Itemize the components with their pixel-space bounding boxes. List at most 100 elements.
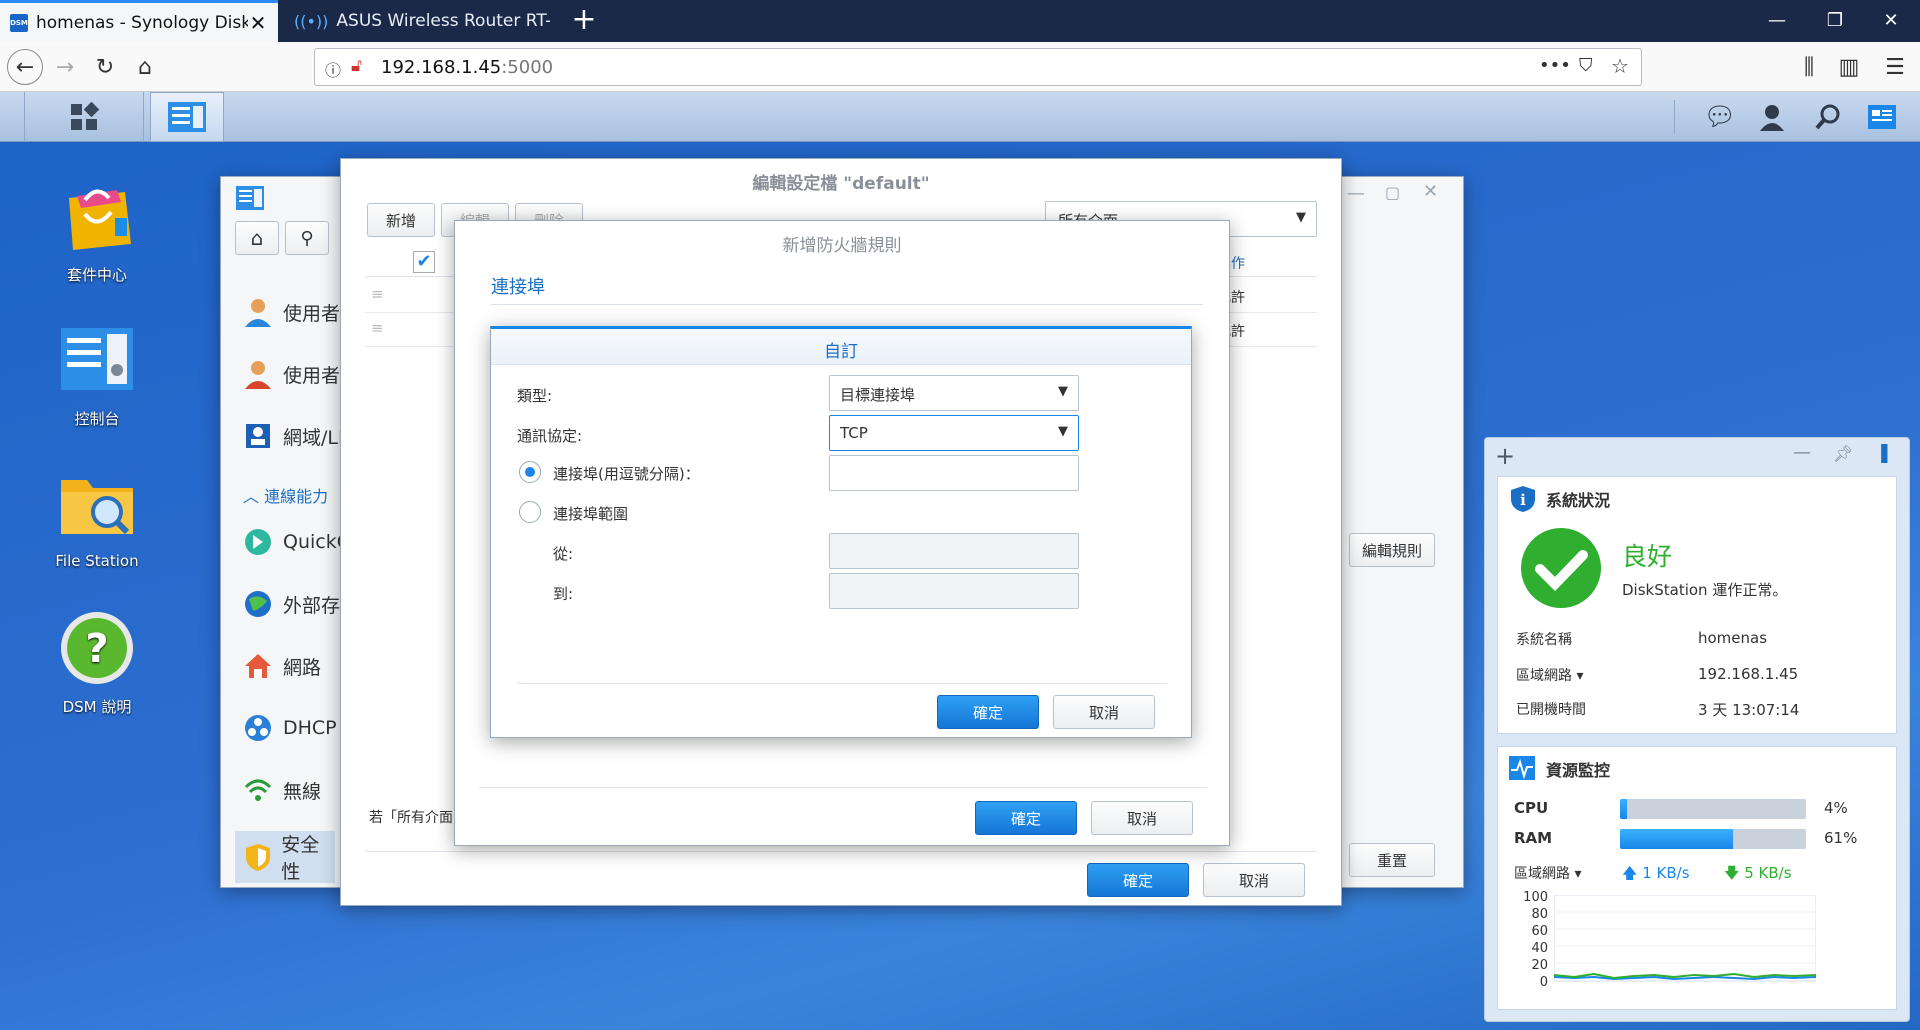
- check-circle-icon: [1520, 527, 1602, 609]
- new-tab-button[interactable]: +: [566, 0, 602, 42]
- close-window-icon[interactable]: ✕: [1862, 0, 1920, 42]
- desktop-icon-label: File Station: [55, 552, 139, 570]
- info-icon[interactable]: ⓘ: [325, 57, 341, 81]
- home-icon[interactable]: ⌂: [126, 42, 164, 92]
- cancel-button[interactable]: 取消: [1203, 863, 1305, 897]
- browser-tab-router[interactable]: ((•)) ASUS Wireless Router RT-AC68U: [284, 0, 560, 42]
- shield-icon: [246, 844, 270, 871]
- window-maximize-icon[interactable]: ▢: [1385, 183, 1400, 202]
- download-rate: 🡇 5 KB/s: [1724, 864, 1792, 882]
- port-from-input[interactable]: [829, 533, 1079, 569]
- protocol-label: 通訊協定:: [517, 427, 583, 445]
- add-widget-icon[interactable]: +: [1495, 442, 1515, 470]
- drag-handle-icon[interactable]: ≡: [371, 319, 384, 337]
- port-list-input[interactable]: [829, 455, 1079, 491]
- cpu-usage-bar: [1620, 799, 1806, 819]
- grid-icon: [71, 102, 99, 130]
- reload-icon[interactable]: ↻: [86, 42, 124, 92]
- info-key[interactable]: 區域網路 ▾: [1516, 665, 1583, 685]
- y-axis-ticks: 100 80 60 40 20 0: [1518, 889, 1548, 991]
- port-list-radio[interactable]: [519, 461, 541, 483]
- sidebar-item-quickconnect[interactable]: QuickC: [243, 527, 350, 557]
- add-button[interactable]: 新增: [367, 203, 435, 237]
- dialog-title: 新增防火牆規則: [782, 236, 902, 256]
- menu-icon[interactable]: ☰: [1876, 42, 1914, 92]
- arrow-up-icon: 🡅: [1622, 864, 1638, 882]
- search-icon[interactable]: [1808, 92, 1848, 142]
- bookmark-star-icon[interactable]: ☆: [1611, 54, 1629, 78]
- sidebar-item-security[interactable]: 安全性: [235, 831, 335, 883]
- y-tick: 100: [1523, 890, 1548, 905]
- sidebar-item-domain[interactable]: 網域/LD: [243, 421, 353, 451]
- info-value: 192.168.1.45: [1698, 665, 1799, 683]
- select-all-checkbox[interactable]: ✔: [413, 251, 435, 273]
- system-health-card: i 系統狀況 良好 DiskStation 運作正常。 系統名稱 homenas…: [1497, 476, 1897, 734]
- drag-handle-icon[interactable]: ≡: [371, 285, 384, 303]
- window-minimize-icon[interactable]: —: [1347, 183, 1365, 204]
- desktop-icon-dsm-help[interactable]: ? DSM 說明: [22, 606, 172, 717]
- main-menu-button[interactable]: [24, 92, 144, 142]
- health-message: DiskStation 運作正常。: [1622, 581, 1788, 599]
- minimize-widget-icon[interactable]: —: [1793, 442, 1811, 463]
- url-bar[interactable]: ⓘ 🔓︎ 192.168.1.45:5000 ••• ⛉ ☆: [314, 48, 1642, 86]
- restore-icon[interactable]: ❐: [1806, 0, 1864, 42]
- type-select[interactable]: 目標連接埠 ▼: [829, 375, 1079, 411]
- dialog-header: 自訂: [491, 329, 1191, 365]
- pin-icon[interactable]: 📌︎: [1833, 444, 1853, 463]
- search-icon: ⚲: [300, 227, 314, 249]
- browser-tab-dsm[interactable]: DSM homenas - Synology DiskStation ✕: [0, 0, 278, 42]
- info-shield-icon: i: [1510, 485, 1536, 513]
- cpu-label: CPU: [1514, 799, 1549, 817]
- widgets-icon[interactable]: [1862, 92, 1902, 142]
- info-key: 已開機時間: [1516, 702, 1586, 718]
- help-icon: ?: [61, 612, 133, 684]
- browser-nav-bar: ← → ↻ ⌂ ⓘ 🔓︎ 192.168.1.45:5000 ••• ⛉ ☆ ⫼…: [0, 42, 1920, 92]
- cancel-button[interactable]: 取消: [1091, 801, 1193, 835]
- more-icon[interactable]: •••: [1539, 55, 1571, 76]
- ok-button[interactable]: 確定: [937, 695, 1039, 729]
- minimize-icon[interactable]: —: [1748, 0, 1806, 42]
- forward-icon[interactable]: →: [46, 42, 84, 92]
- desktop-icon-label: 套件中心: [66, 266, 127, 284]
- search-button[interactable]: ⚲: [285, 221, 329, 255]
- divider: [517, 683, 1167, 684]
- user-icon[interactable]: [1752, 92, 1792, 142]
- sidebar-section-connectivity[interactable]: ︿ 連線能力: [243, 483, 328, 507]
- domain-icon: [246, 424, 270, 448]
- pocket-icon[interactable]: ⛉: [1579, 55, 1593, 76]
- protocol-select[interactable]: TCP ▼: [829, 415, 1079, 451]
- upload-rate: 🡅 1 KB/s: [1622, 864, 1690, 882]
- home-button[interactable]: ⌂: [235, 221, 279, 255]
- back-icon[interactable]: ←: [6, 42, 44, 92]
- tab-title: homenas - Synology DiskStation: [36, 12, 248, 33]
- cancel-button[interactable]: 取消: [1053, 695, 1155, 729]
- port-to-input[interactable]: [829, 573, 1079, 609]
- custom-port-dialog: 自訂 類型: 目標連接埠 ▼ 通訊協定: TCP ▼ 連接埠(用逗號分隔)： 連…: [490, 326, 1192, 738]
- desktop-icon-file-station[interactable]: File Station: [22, 462, 172, 570]
- shopping-bag-icon: [69, 189, 131, 250]
- close-icon[interactable]: ✕: [248, 11, 268, 35]
- insecure-lock-icon: 🔓︎: [351, 56, 363, 76]
- chat-icon[interactable]: 💬︎: [1700, 92, 1740, 142]
- taskbar-control-panel[interactable]: [150, 92, 224, 142]
- desktop-icon-package-center[interactable]: 套件中心: [22, 174, 172, 285]
- library-icon[interactable]: ⫼: [1790, 42, 1828, 92]
- window-close-icon[interactable]: ✕: [1423, 181, 1438, 202]
- sidebar-item-network[interactable]: 網路: [243, 651, 321, 681]
- reset-button[interactable]: 重置: [1349, 843, 1435, 877]
- ram-usage-bar: [1620, 829, 1806, 849]
- ok-button[interactable]: 確定: [975, 801, 1077, 835]
- edit-rules-button[interactable]: 編輯規則: [1349, 533, 1435, 567]
- network-select[interactable]: 區域網路 ▾: [1514, 863, 1581, 883]
- widget-layout-icon[interactable]: ▐: [1875, 444, 1887, 463]
- cpu-value: 4%: [1824, 799, 1848, 817]
- globe-icon: [245, 591, 271, 617]
- sidebar-icon[interactable]: ▥: [1830, 42, 1868, 92]
- sidebar-item-dhcp[interactable]: DHCP: [243, 713, 337, 743]
- home-icon: ⌂: [250, 226, 264, 250]
- dialog-title: 自訂: [824, 342, 858, 362]
- ok-button[interactable]: 確定: [1087, 863, 1189, 897]
- desktop-icon-control-panel[interactable]: 控制台: [22, 318, 172, 429]
- port-range-radio[interactable]: [519, 501, 541, 523]
- sidebar-item-wireless[interactable]: 無線: [243, 775, 321, 805]
